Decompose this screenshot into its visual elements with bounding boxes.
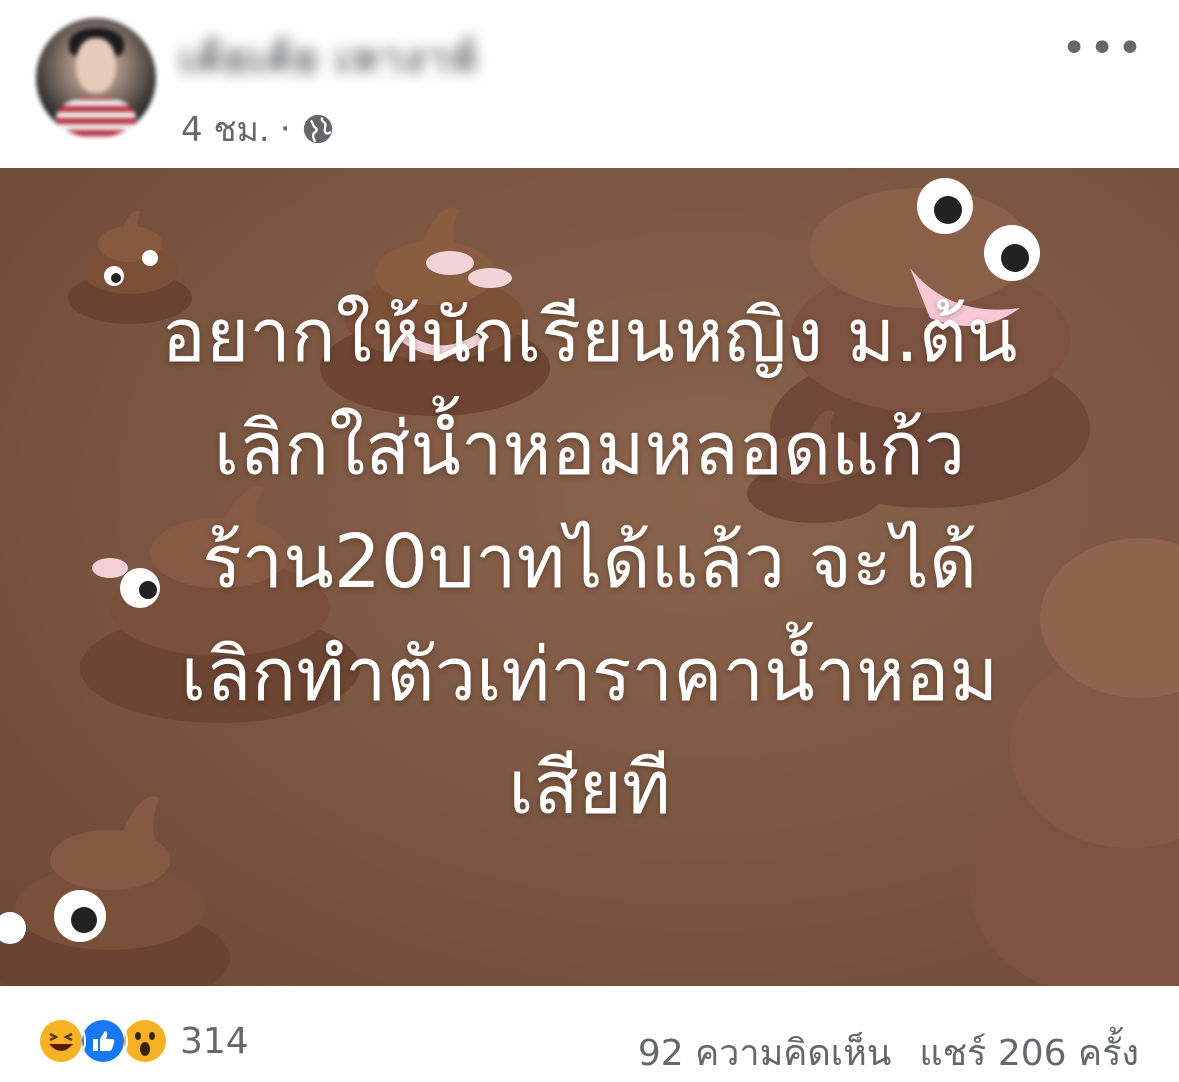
author-name[interactable]: เค้ยเค้ย เหางาห์ — [180, 26, 479, 90]
post-header: เค้ยเค้ย เหางาห์ 4 ชม. · ••• — [0, 0, 1179, 168]
post-footer: 314 92 ความคิดเห็น แชร์ 206 ครั้ง — [0, 986, 1179, 1082]
meta-separator: · — [279, 109, 291, 149]
author-avatar[interactable] — [36, 18, 156, 138]
reactions-summary[interactable]: 314 — [36, 1016, 249, 1066]
reaction-count: 314 — [180, 1020, 249, 1062]
haha-icon — [36, 1016, 86, 1066]
post-meta: 4 ชม. · — [181, 102, 335, 156]
globe-icon — [303, 114, 332, 144]
image-text-line: เลิกทำตัวเท่าราคาน้ำหอม — [180, 632, 999, 718]
comments-count[interactable]: 92 ความคิดเห็น — [638, 1024, 892, 1081]
shares-count[interactable]: แชร์ 206 ครั้ง — [919, 1024, 1139, 1081]
image-text-line: ร้าน20บาทได้แล้ว จะได้ — [201, 519, 978, 605]
post-image[interactable]: อยากให้นักเรียนหญิง ม.ต้น เลิกใส่น้ำหอมห… — [0, 168, 1179, 986]
post-stats: 92 ความคิดเห็น แชร์ 206 ครั้ง — [638, 1024, 1139, 1081]
image-text-line: เลิกใส่น้ำหอมหลอดแก้ว — [213, 406, 966, 492]
more-options-button[interactable]: ••• — [1061, 27, 1145, 71]
image-text-line: เสียที — [508, 745, 671, 831]
image-text-line: อยากให้นักเรียนหญิง ม.ต้น — [161, 293, 1018, 379]
post-time[interactable]: 4 ชม. — [181, 102, 270, 156]
post-image-text: อยากให้นักเรียนหญิง ม.ต้น เลิกใส่น้ำหอมห… — [0, 280, 1179, 845]
